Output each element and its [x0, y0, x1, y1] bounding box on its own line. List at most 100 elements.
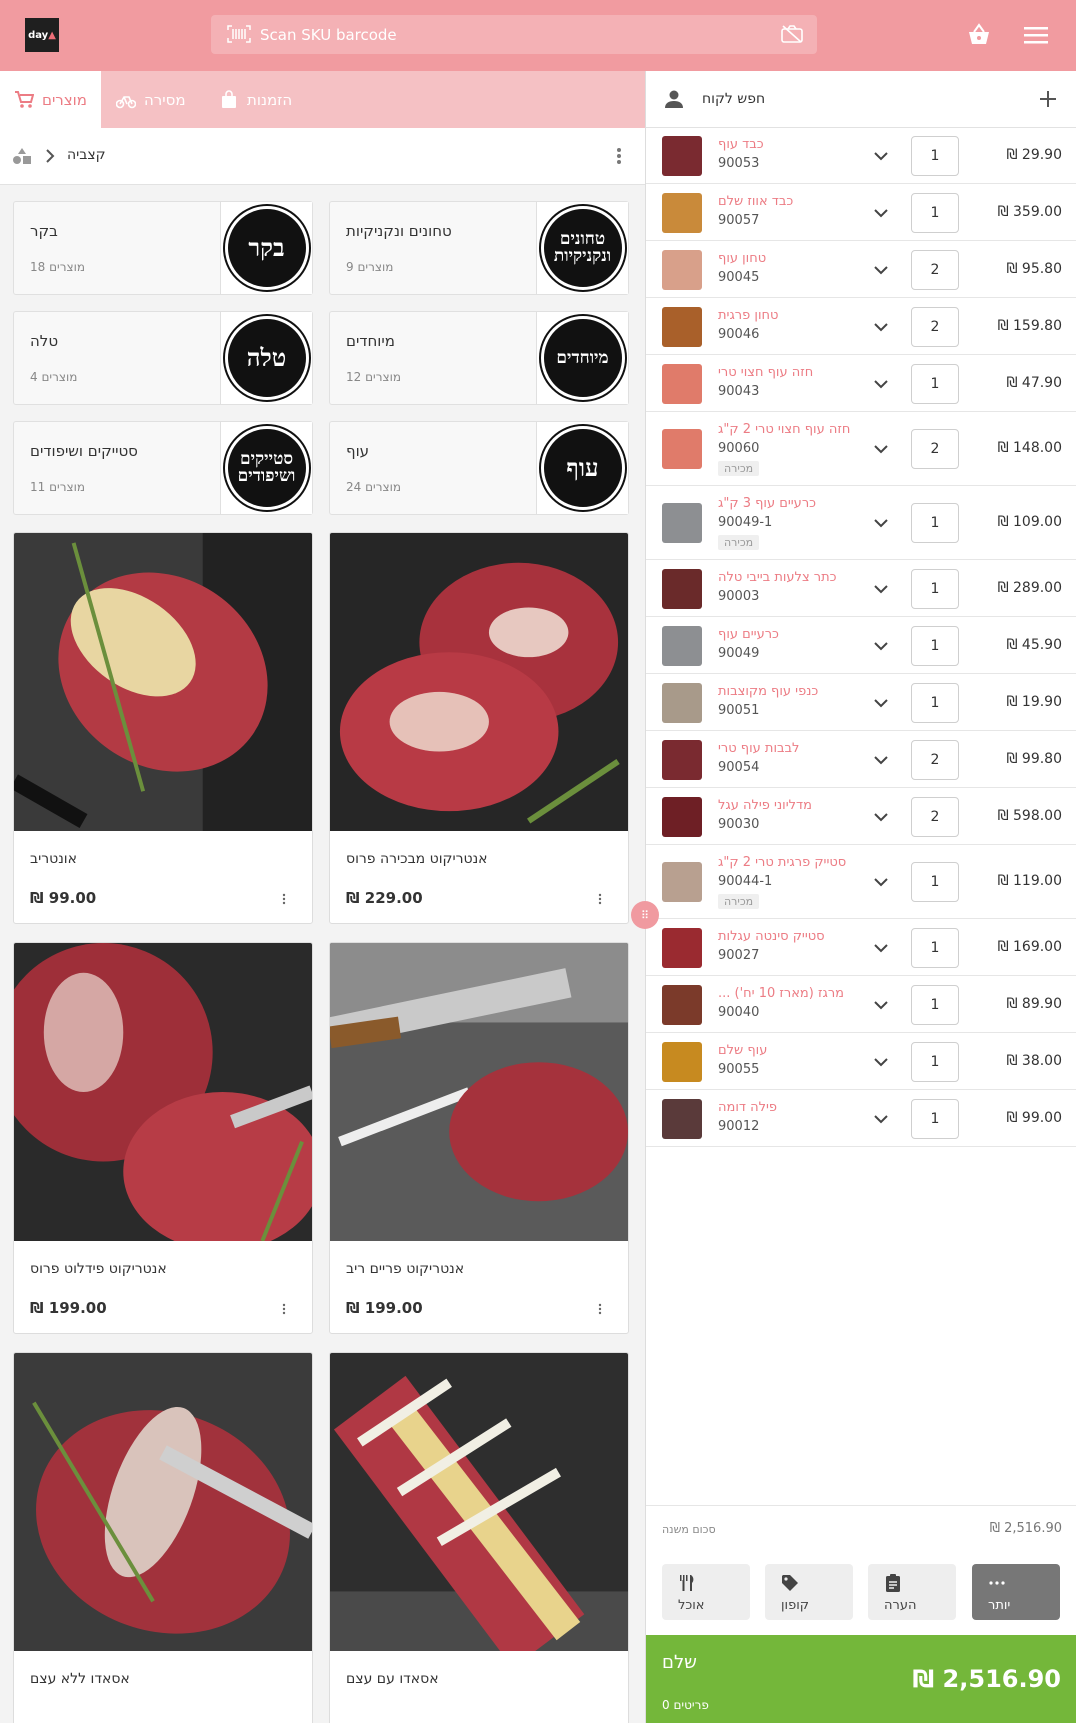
- more-vert-icon[interactable]: [282, 893, 286, 905]
- cart-line[interactable]: מדליוני פילה עגל 90030 2 ₪ 598.00: [646, 789, 1076, 845]
- quantity-input[interactable]: 1: [911, 193, 959, 233]
- cart-line-thumbnail: [662, 626, 702, 666]
- chevron-down-icon[interactable]: [874, 584, 888, 594]
- chevron-down-icon[interactable]: [874, 322, 888, 332]
- cart-line-name: טחון פרגית: [718, 308, 779, 323]
- cart-line[interactable]: סטייק סינטה עגלות 90027 1 ₪ 169.00: [646, 920, 1076, 976]
- more-button[interactable]: יותר: [972, 1564, 1060, 1620]
- cart-line-name: סטייק סינטה עגלות: [718, 929, 825, 944]
- quantity-input[interactable]: 1: [911, 136, 959, 176]
- chevron-down-icon[interactable]: [874, 641, 888, 651]
- quantity-input[interactable]: 1: [911, 503, 959, 543]
- product-card[interactable]: אנטריקוט מבכירה פרוס ₪ 229.00: [329, 532, 629, 924]
- quantity-input[interactable]: 1: [911, 1099, 959, 1139]
- cart-line[interactable]: כרעיים עוף 3 ק"ג 90049-1 מכירה 1 ₪ 109.00: [646, 487, 1076, 560]
- note-button[interactable]: הערה: [868, 1564, 956, 1620]
- cart-line-price: ₪ 19.90: [1006, 694, 1062, 710]
- chevron-down-icon[interactable]: [874, 379, 888, 389]
- quantity-input[interactable]: 1: [911, 928, 959, 968]
- product-card[interactable]: אנטריקוט פידלוט פרוס ₪ 199.00: [13, 942, 313, 1334]
- cart-line[interactable]: טחון פרגית 90046 2 ₪ 159.80: [646, 299, 1076, 355]
- scan-sku-input[interactable]: Scan SKU barcode: [211, 15, 817, 54]
- cart-line[interactable]: כרעיים עוף 90049 1 ₪ 45.90: [646, 618, 1076, 674]
- category-card[interactable]: עוף 24 מוצרים עוף: [329, 421, 629, 515]
- food-button-label: אוכל: [678, 1598, 705, 1613]
- categories-icon[interactable]: [12, 147, 32, 165]
- quantity-input[interactable]: 1: [911, 683, 959, 723]
- product-card[interactable]: אסאדו עם עצם: [329, 1352, 629, 1723]
- customer-search[interactable]: חפש לקוח: [646, 71, 1076, 128]
- more-vert-icon[interactable]: [282, 1303, 286, 1315]
- quantity-input[interactable]: 2: [911, 429, 959, 469]
- pay-button[interactable]: שלם 0 פריטים ₪ 2,516.90: [646, 1635, 1076, 1723]
- cart-line[interactable]: חזה עוף חצוי טרי 90043 1 ₪ 47.90: [646, 356, 1076, 412]
- more-vert-icon[interactable]: [616, 146, 622, 166]
- tab-bar: מוצרים מסירה הזמנות: [0, 71, 645, 128]
- cart-line[interactable]: כתר צלעות בייבי טלה 90003 1 ₪ 289.00: [646, 561, 1076, 617]
- chevron-down-icon[interactable]: [874, 877, 888, 887]
- chevron-down-icon[interactable]: [874, 1114, 888, 1124]
- chevron-down-icon[interactable]: [874, 1057, 888, 1067]
- quantity-input[interactable]: 2: [911, 797, 959, 837]
- cart-line[interactable]: סטייק פרגית טרי 2 ק"ג 90044-1 מכירה 1 ₪ 119.…: [646, 846, 1076, 919]
- category-card[interactable]: מיוחדים 12 מוצרים מיוחדים: [329, 311, 629, 405]
- cart-line-name: עוף שלם: [718, 1043, 768, 1058]
- add-customer-icon[interactable]: [1038, 89, 1058, 109]
- coupon-button[interactable]: קופון: [765, 1564, 853, 1620]
- basket-icon[interactable]: [966, 22, 992, 48]
- tab-products[interactable]: מוצרים: [0, 71, 101, 128]
- category-card[interactable]: טחונים ונקניקיות 9 מוצרים טחונים ונקניקי…: [329, 201, 629, 295]
- hamburger-menu-icon[interactable]: [1024, 24, 1048, 46]
- quantity-input[interactable]: 1: [911, 862, 959, 902]
- chevron-down-icon[interactable]: [874, 265, 888, 275]
- quantity-input[interactable]: 1: [911, 569, 959, 609]
- breadcrumb-label[interactable]: קצביה: [67, 147, 106, 163]
- panel-resize-handle[interactable]: ⠿: [631, 901, 659, 929]
- cart-line-thumbnail: [662, 503, 702, 543]
- cart-line-price: ₪ 45.90: [1006, 637, 1062, 653]
- cart-line[interactable]: כנפי עוף מקוצבות 90051 1 ₪ 19.90: [646, 675, 1076, 731]
- quantity-input[interactable]: 2: [911, 307, 959, 347]
- cart-line[interactable]: כבד אווז שלם 90057 1 ₪ 359.00: [646, 185, 1076, 241]
- cart-line[interactable]: חזה עוף חצוי טרי 2 ק"ג 90060 מכירה 2 ₪ 148.0…: [646, 413, 1076, 486]
- chevron-down-icon[interactable]: [874, 444, 888, 454]
- category-count: 12 מוצרים: [346, 370, 402, 384]
- more-vert-icon[interactable]: [598, 893, 602, 905]
- quantity-input[interactable]: 1: [911, 626, 959, 666]
- cart-line[interactable]: לבבות עוף טרי 90054 2 ₪ 99.80: [646, 732, 1076, 788]
- cart-line[interactable]: פילה דומה 90012 1 ₪ 99.00: [646, 1091, 1076, 1147]
- tab-orders-label: הזמנות: [247, 90, 293, 109]
- quantity-input[interactable]: 1: [911, 985, 959, 1025]
- food-button[interactable]: אוכל: [662, 1564, 750, 1620]
- bike-icon: [116, 95, 136, 108]
- cart-line-price: ₪ 159.80: [997, 318, 1062, 334]
- quantity-input[interactable]: 2: [911, 250, 959, 290]
- product-card[interactable]: אונטריב ₪ 99.00: [13, 532, 313, 924]
- tab-orders[interactable]: הזמנות: [219, 71, 292, 128]
- cart-line[interactable]: טחון עוף 90045 2 ₪ 95.80: [646, 242, 1076, 298]
- product-card[interactable]: אנטריקוט פריים ריב ₪ 199.00: [329, 942, 629, 1334]
- chevron-down-icon[interactable]: [874, 518, 888, 528]
- chevron-down-icon[interactable]: [874, 698, 888, 708]
- cart-line[interactable]: כבד עוף 90053 1 ₪ 29.90: [646, 128, 1076, 184]
- product-card[interactable]: אסאדו ללא עצם: [13, 1352, 313, 1723]
- category-card[interactable]: סטייקים ושיפודים 11 מוצרים סטייקים ושיפו…: [13, 421, 313, 515]
- chevron-down-icon[interactable]: [874, 151, 888, 161]
- chevron-down-icon[interactable]: [874, 208, 888, 218]
- product-name: אונטריב: [30, 851, 77, 867]
- tab-delivery[interactable]: מסירה: [116, 71, 186, 128]
- category-card[interactable]: בקר 18 מוצרים בקר: [13, 201, 313, 295]
- chevron-down-icon[interactable]: [874, 812, 888, 822]
- cart-line[interactable]: ... מרגז (מארז 10 יח') 90040 1 ₪ 89.90: [646, 977, 1076, 1033]
- quantity-input[interactable]: 2: [911, 740, 959, 780]
- chevron-down-icon[interactable]: [874, 943, 888, 953]
- quantity-input[interactable]: 1: [911, 1042, 959, 1082]
- cart-line[interactable]: עוף שלם 90055 1 ₪ 38.00: [646, 1034, 1076, 1090]
- chevron-down-icon[interactable]: [874, 1000, 888, 1010]
- chevron-down-icon[interactable]: [874, 755, 888, 765]
- quantity-input[interactable]: 1: [911, 364, 959, 404]
- more-vert-icon[interactable]: [598, 1303, 602, 1315]
- camera-off-icon[interactable]: [781, 25, 803, 43]
- category-name: עוף: [346, 442, 370, 460]
- category-card[interactable]: טלה 4 מוצרים טלה: [13, 311, 313, 405]
